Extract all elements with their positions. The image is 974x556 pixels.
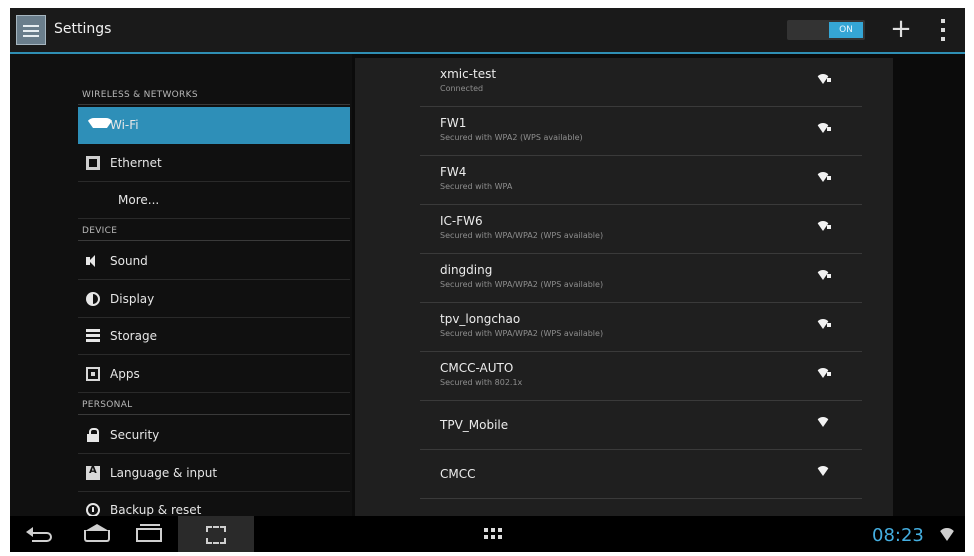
network-name: tpv_longchao xyxy=(440,312,521,326)
back-icon[interactable] xyxy=(20,520,64,548)
network-item[interactable]: dingding Secured with WPA/WPA2 (WPS avai… xyxy=(420,254,862,303)
action-bar: Settings ON + xyxy=(10,8,965,54)
sidebar-item-label: Apps xyxy=(110,367,140,381)
wifi-signal-locked-icon xyxy=(816,74,831,84)
wifi-toggle-on-label: ON xyxy=(829,22,863,38)
wifi-signal-locked-icon xyxy=(816,172,831,182)
sidebar-item-label: Language & input xyxy=(110,466,218,480)
category-personal: PERSONAL xyxy=(82,400,133,410)
sidebar-item-label: Display xyxy=(110,292,155,306)
status-wifi-icon xyxy=(938,528,956,541)
sidebar-item-label: Wi-Fi xyxy=(110,118,139,132)
network-item[interactable]: xmic-test Connected xyxy=(420,58,862,107)
network-status: Secured with WPA/WPA2 (WPS available) xyxy=(440,231,604,240)
sidebar-item-label: Backup & reset xyxy=(110,503,202,517)
network-item[interactable]: FW4 Secured with WPA xyxy=(420,156,862,205)
category-divider xyxy=(78,240,350,241)
network-name: CMCC-AUTO xyxy=(440,361,514,375)
sidebar-item-label: More... xyxy=(118,193,160,207)
category-divider xyxy=(78,104,350,105)
network-status: Connected xyxy=(440,84,484,93)
sidebar-item-security[interactable]: Security xyxy=(78,417,350,454)
settings-sidebar: WIRELESS & NETWORKS Wi-Fi Ethernet More.… xyxy=(10,54,352,529)
wifi-signal-icon xyxy=(816,417,830,427)
network-status: Secured with WPA/WPA2 (WPS available) xyxy=(440,329,604,338)
sidebar-item-storage[interactable]: Storage xyxy=(78,318,350,355)
wifi-signal-locked-icon xyxy=(816,123,831,133)
network-name: dingding xyxy=(440,263,493,277)
apps-icon xyxy=(86,367,100,381)
overflow-menu-icon[interactable] xyxy=(932,17,954,45)
sidebar-item-language-input[interactable]: Language & input xyxy=(78,455,350,492)
network-item[interactable]: CMCC-AUTO Secured with 802.1x xyxy=(420,352,862,401)
network-name: CMCC xyxy=(440,467,476,481)
wifi-signal-locked-icon xyxy=(816,270,831,280)
sidebar-item-ethernet[interactable]: Ethernet xyxy=(78,145,350,182)
backup-icon xyxy=(86,503,100,517)
recent-apps-icon[interactable] xyxy=(126,520,170,548)
screenshot-icon[interactable] xyxy=(178,516,254,552)
language-icon xyxy=(86,465,100,480)
category-divider xyxy=(78,414,350,415)
sidebar-item-more[interactable]: More... xyxy=(78,182,350,219)
display-icon xyxy=(86,292,100,306)
sidebar-item-label: Security xyxy=(110,428,160,442)
network-name: TPV_Mobile xyxy=(440,418,509,432)
network-item[interactable]: TPV_Mobile xyxy=(420,401,862,450)
sidebar-item-apps[interactable]: Apps xyxy=(78,356,350,393)
network-name: FW1 xyxy=(440,116,467,130)
network-item[interactable]: CMCC xyxy=(420,450,862,499)
sidebar-item-label: Sound xyxy=(110,254,148,268)
add-network-icon[interactable]: + xyxy=(886,14,916,44)
screen: Settings ON + WIRELESS & NETWORKS Wi-Fi … xyxy=(10,8,965,552)
sidebar-item-display[interactable]: Display xyxy=(78,281,350,318)
network-status: Secured with WPA xyxy=(440,182,513,191)
category-device: DEVICE xyxy=(82,226,118,236)
system-nav-bar: 08:23 xyxy=(10,516,965,552)
app-drawer-icon[interactable] xyxy=(482,520,512,548)
sidebar-item-sound[interactable]: Sound xyxy=(78,243,350,280)
network-status: Secured with 802.1x xyxy=(440,378,523,387)
network-item[interactable]: FW1 Secured with WPA2 (WPS available) xyxy=(420,107,862,156)
network-item[interactable]: tpv_longchao Secured with WPA/WPA2 (WPS … xyxy=(420,303,862,352)
wifi-signal-icon xyxy=(816,466,830,476)
sidebar-item-wifi[interactable]: Wi-Fi xyxy=(78,107,350,144)
home-icon[interactable] xyxy=(74,520,118,548)
wifi-network-list: xmic-test Connected FW1 Secured with WPA… xyxy=(355,58,893,516)
sound-icon xyxy=(86,254,100,268)
category-wireless-networks: WIRELESS & NETWORKS xyxy=(82,90,198,100)
sidebar-item-label: Storage xyxy=(110,329,157,343)
clock: 08:23 xyxy=(872,525,924,546)
network-name: IC-FW6 xyxy=(440,214,483,228)
network-name: xmic-test xyxy=(440,67,497,81)
wifi-signal-locked-icon xyxy=(816,221,831,231)
network-item[interactable]: IC-FW6 Secured with WPA/WPA2 (WPS availa… xyxy=(420,205,862,254)
storage-icon xyxy=(86,329,100,343)
ethernet-icon xyxy=(86,156,100,170)
wifi-signal-locked-icon xyxy=(816,368,831,378)
network-status: Secured with WPA2 (WPS available) xyxy=(440,133,583,142)
sidebar-item-label: Ethernet xyxy=(110,156,162,170)
settings-app-icon[interactable] xyxy=(16,15,46,45)
wifi-signal-locked-icon xyxy=(816,319,831,329)
app-title: Settings xyxy=(54,21,112,37)
lock-icon xyxy=(86,428,100,442)
network-status: Secured with WPA/WPA2 (WPS available) xyxy=(440,280,604,289)
wifi-toggle[interactable]: ON xyxy=(787,20,865,40)
network-name: FW4 xyxy=(440,165,467,179)
